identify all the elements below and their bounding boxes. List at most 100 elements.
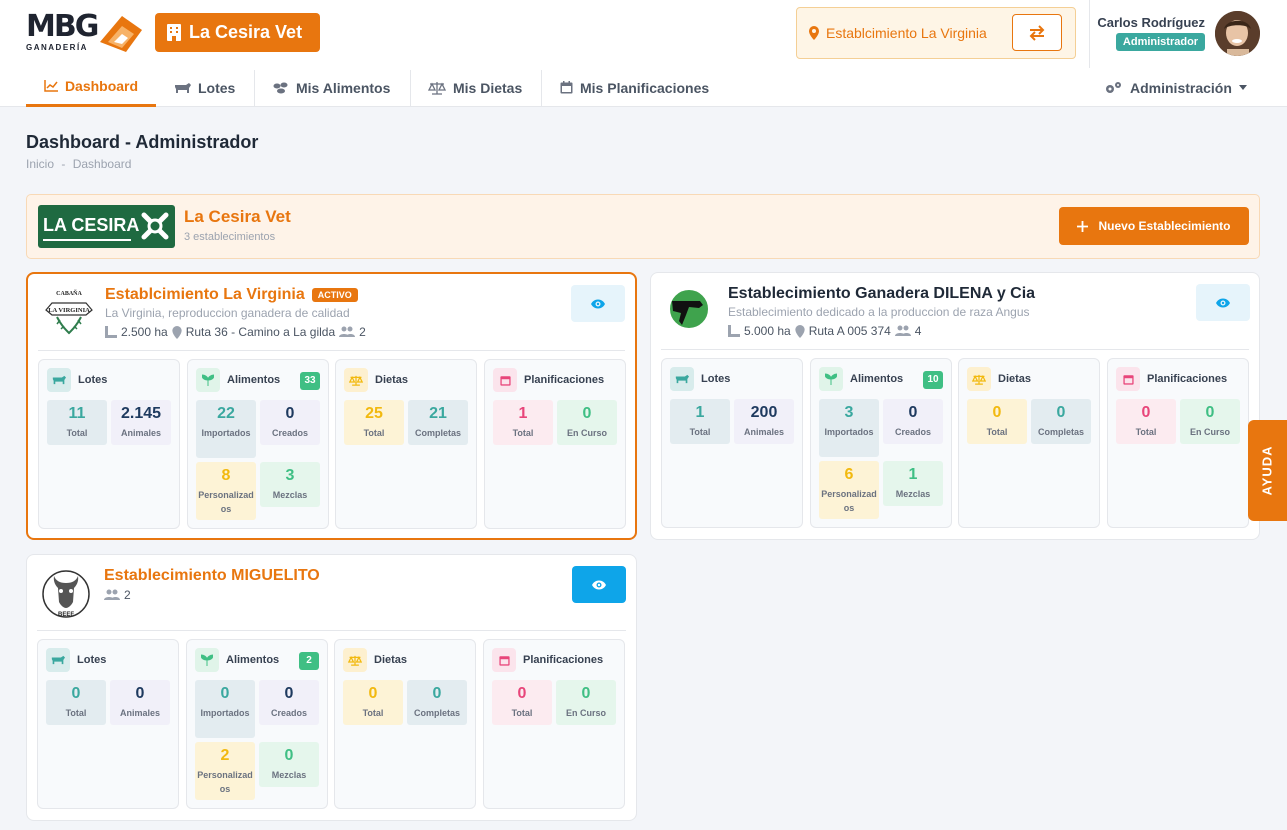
- logo-beef-text: BEEF: [58, 612, 74, 618]
- nav-dashboard-label: Dashboard: [64, 78, 139, 94]
- dietas-label: Dietas: [374, 654, 408, 666]
- stat-completas: 0 Completas: [1031, 399, 1091, 444]
- nav-mis-dietas[interactable]: Mis Dietas: [428, 68, 522, 107]
- nav-lotes[interactable]: Lotes: [174, 68, 235, 107]
- switch-establishment-button[interactable]: [1012, 14, 1062, 51]
- new-establishment-label: Nuevo Establecimiento: [1098, 219, 1231, 233]
- lotes-box[interactable]: Lotes 1 Total 200 Animales: [661, 358, 803, 528]
- help-tab[interactable]: AYUDA: [1248, 420, 1287, 521]
- scale-icon: [428, 81, 446, 95]
- nav-mis-planificaciones-label: Mis Planificaciones: [580, 79, 710, 96]
- brand-logo[interactable]: MBG GANADERÍA: [26, 10, 146, 56]
- map-pin-icon: [795, 324, 805, 338]
- calendar-icon: [492, 648, 516, 672]
- nav-dashboard[interactable]: Dashboard: [26, 68, 156, 107]
- alimentos-label: Alimentos: [226, 654, 280, 666]
- establishment-description: Establecimiento dedicado a la produccion…: [728, 305, 1030, 319]
- planificaciones-box[interactable]: Planificaciones 0 Total 0 En Curso: [483, 639, 625, 809]
- users-icon: [894, 325, 911, 336]
- eye-icon: [1216, 298, 1230, 307]
- establishment-area: 5.000 ha: [744, 324, 791, 338]
- establishment-title[interactable]: Establecimiento Ganadera DILENA y Cia: [728, 285, 1035, 303]
- user-role-badge: Administrador: [1116, 33, 1205, 51]
- establishment-card[interactable]: CABAÑA LA VIRGINIA Establcimiento La Vir…: [26, 272, 637, 540]
- establishment-name: Establecimiento Ganadera DILENA y Cia: [728, 285, 1035, 303]
- establishment-location: Ruta 36 - Camino a La gilda: [185, 325, 336, 339]
- alimentos-box[interactable]: Alimentos 33 22 Importados 0 Creados 8 Pers…: [187, 359, 329, 529]
- scale-icon: [344, 368, 368, 392]
- current-establishment-selector[interactable]: Establcimiento La Virginia: [796, 7, 1076, 59]
- establishment-logo: BEEF: [41, 567, 95, 621]
- establishment-logo: [667, 287, 721, 341]
- establishment-card[interactable]: Establecimiento Ganadera DILENA y Cia Es…: [650, 272, 1260, 540]
- active-badge: ACTIVO: [311, 288, 358, 302]
- nav-divider: [410, 70, 411, 106]
- lotes-box[interactable]: Lotes 11 Total 2.145 Animales: [38, 359, 180, 529]
- plus-icon: [1077, 220, 1089, 232]
- new-establishment-button[interactable]: Nuevo Establecimiento: [1059, 207, 1249, 245]
- map-pin-icon: [172, 325, 182, 339]
- establishment-meta: 5.000 ha Ruta A 005 374 4: [728, 324, 921, 338]
- stat-en-curso: 0 En Curso: [1180, 399, 1240, 444]
- dietas-box[interactable]: Dietas 0 Total 0 Completas: [334, 639, 476, 809]
- logo-underline: [43, 239, 131, 241]
- main-nav: Dashboard Lotes Mis Alimentos Mis Dietas…: [0, 68, 1287, 107]
- user-avatar[interactable]: [1215, 11, 1260, 56]
- nav-mis-alimentos[interactable]: Mis Alimentos: [273, 68, 390, 107]
- dietas-label: Dietas: [375, 374, 409, 386]
- organization-logo: LA CESIRA: [38, 205, 175, 248]
- stat-importados: 0 Importados: [195, 680, 255, 738]
- view-establishment-button[interactable]: [571, 285, 625, 322]
- scale-icon: [967, 367, 991, 391]
- alimentos-box[interactable]: Alimentos 10 3 Importados 0 Creados 6 Perso…: [810, 358, 952, 528]
- lotes-label: Lotes: [78, 374, 108, 386]
- organization-button[interactable]: La Cesira Vet: [155, 13, 320, 52]
- stat-en-curso: 0 En Curso: [556, 680, 616, 725]
- organization-banner: LA CESIRA La Cesira Vet 3 establecimient…: [26, 194, 1260, 259]
- establishment-title[interactable]: Establecimiento MIGUELITO: [104, 567, 320, 585]
- dietas-box[interactable]: Dietas 0 Total 0 Completas: [958, 358, 1100, 528]
- dietas-box[interactable]: Dietas 25 Total 21 Completas: [335, 359, 477, 529]
- lotes-label: Lotes: [701, 373, 731, 385]
- alimentos-label: Alimentos: [850, 373, 904, 385]
- breadcrumb-inicio[interactable]: Inicio: [26, 157, 54, 171]
- stat-personalizados: 6 Personalizados: [819, 461, 879, 519]
- view-establishment-button[interactable]: [572, 566, 626, 603]
- caret-down-icon: [1238, 85, 1247, 90]
- stat-creados: 0 Creados: [260, 400, 320, 445]
- calendar-icon: [493, 368, 517, 392]
- organization-name: La Cesira Vet: [189, 22, 303, 42]
- stat-creados: 0 Creados: [883, 399, 943, 444]
- swap-arrows-icon: [1029, 24, 1045, 41]
- planificaciones-label: Planificaciones: [1147, 373, 1228, 385]
- help-label: AYUDA: [1260, 445, 1275, 496]
- stat-mezclas: 3 Mezclas: [260, 462, 320, 507]
- planificaciones-box[interactable]: Planificaciones 1 Total 0 En Curso: [484, 359, 626, 529]
- establishment-card[interactable]: BEEF Establecimiento MIGUELITO 2 Lotes 0…: [26, 554, 637, 821]
- view-establishment-button[interactable]: [1196, 284, 1250, 321]
- nav-divider: [541, 70, 542, 106]
- nav-administracion-label: Administración: [1130, 79, 1232, 96]
- establishment-meta: 2: [104, 588, 131, 602]
- lotes-box[interactable]: Lotes 0 Total 0 Animales: [37, 639, 179, 809]
- planificaciones-box[interactable]: Planificaciones 0 Total 0 En Curso: [1107, 358, 1249, 528]
- brand-logo-mark: [100, 16, 142, 52]
- building-icon: [167, 24, 181, 41]
- establishment-users: 2: [359, 325, 366, 339]
- establishment-title[interactable]: Establcimiento La Virginia: [105, 286, 305, 304]
- stat-total: 11 Total: [47, 400, 107, 445]
- alimentos-count-badge: 2: [299, 652, 319, 670]
- calendar-icon: [1116, 367, 1140, 391]
- stat-total: 1 Total: [670, 399, 730, 444]
- cow-icon: [175, 82, 191, 93]
- organization-logo-text: LA CESIRA: [43, 215, 140, 235]
- page-title: Dashboard - Administrador: [26, 132, 259, 152]
- nav-mis-planificaciones[interactable]: Mis Planificaciones: [560, 68, 709, 107]
- establishment-name: Establecimiento MIGUELITO: [104, 567, 320, 585]
- gears-icon: [1106, 81, 1121, 93]
- nav-administracion-dropdown[interactable]: Administración: [1104, 68, 1247, 107]
- stat-completas: 21 Completas: [408, 400, 468, 445]
- alimentos-box[interactable]: Alimentos 2 0 Importados 0 Creados 2 Person…: [186, 639, 328, 809]
- stat-personalizados: 2 Personalizados: [195, 742, 255, 800]
- establishment-area: 2.500 ha: [121, 325, 168, 339]
